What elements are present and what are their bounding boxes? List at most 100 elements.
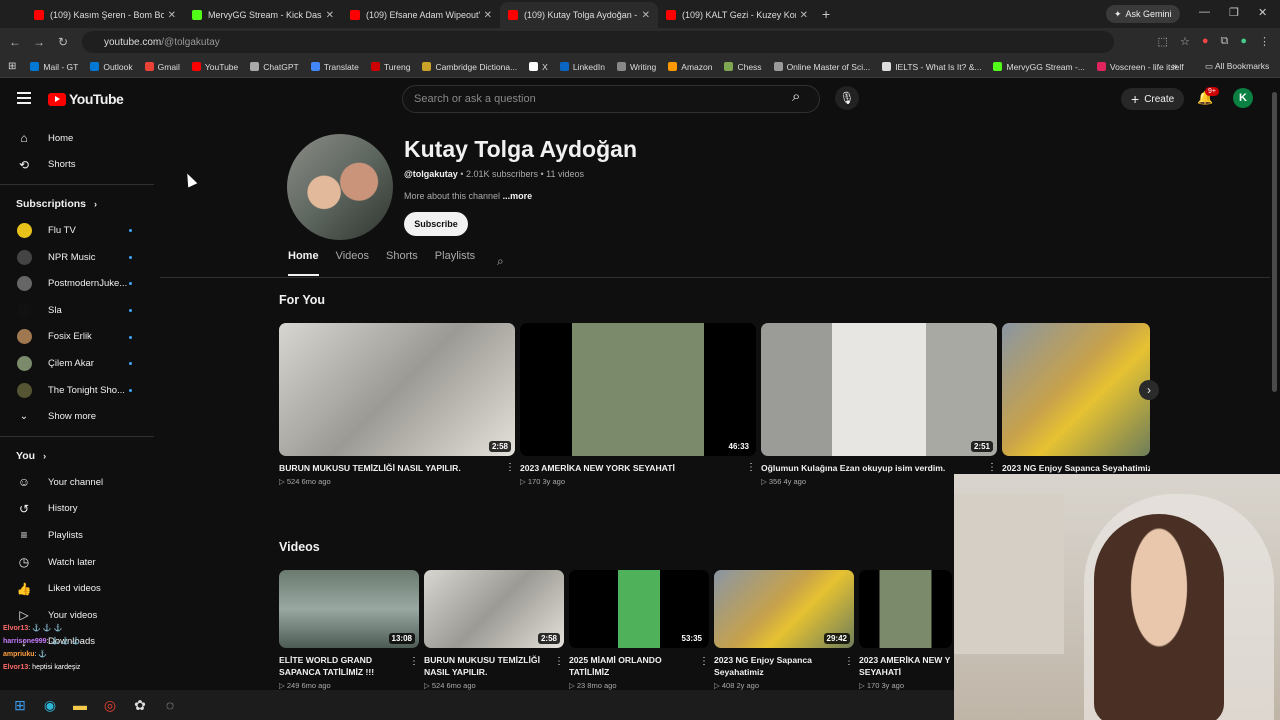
more-menu-icon[interactable]: ⋮ [1259, 35, 1270, 48]
video-title-line2[interactable]: NASIL YAPILIR. [424, 666, 564, 678]
video-card[interactable]: 2:51 Oğlumun Kulağına Ezan okuyup isim ve… [761, 323, 997, 486]
tab-shorts[interactable]: Shorts [386, 250, 418, 276]
all-bookmarks[interactable]: ▭ All Bookmarks [1205, 61, 1269, 72]
video-title[interactable]: 2025 MİAMİ ORLANDO [569, 654, 709, 666]
channel-about[interactable]: More about this channel ...more [404, 191, 532, 201]
microphone-icon[interactable]: 🎙 [835, 86, 859, 110]
youtube-logo[interactable]: YouTube [48, 91, 124, 107]
apps-icon[interactable]: ⊞ [8, 61, 16, 72]
video-menu-icon[interactable]: ⋮ [409, 656, 419, 667]
video-card[interactable]: 2023 NG Enjoy Sapanca Seyahatimiz [1002, 323, 1150, 474]
bookmark-item[interactable]: ChatGPT [250, 62, 299, 72]
tab-close-icon[interactable]: ✕ [800, 10, 808, 21]
bookmark-star-icon[interactable]: ☆ [1180, 35, 1190, 48]
bookmark-item[interactable]: Writing [616, 62, 656, 72]
hamburger-menu-icon[interactable] [17, 92, 31, 104]
extension-icon[interactable]: ● [1202, 35, 1209, 48]
video-title[interactable]: BURUN MUKUSU TEMİZLİĞİ NASIL YAPILIR. [279, 462, 515, 474]
channel-search-icon[interactable]: ⌕ [497, 254, 504, 269]
maximize-icon[interactable]: ❐ [1229, 6, 1239, 19]
sidebar-item[interactable]: ⟲ Shorts [0, 152, 154, 179]
video-thumbnail[interactable]: 2:58 [279, 323, 515, 456]
obs-icon[interactable]: ◌ [162, 697, 178, 713]
bookmark-item[interactable]: LinkedIn [559, 62, 605, 72]
minimize-icon[interactable]: — [1199, 6, 1210, 18]
video-title[interactable]: ELİTE WORLD GRAND [279, 654, 419, 666]
sidebar-item[interactable]: ↺ History [0, 496, 154, 523]
bookmark-item[interactable]: Cambridge Dictiona... [422, 62, 517, 72]
create-button[interactable]: + Create [1121, 88, 1185, 110]
video-menu-icon[interactable]: ⋮ [844, 656, 854, 667]
bookmarks-overflow-icon[interactable]: » [1172, 61, 1178, 72]
tab-home[interactable]: Home [288, 250, 319, 276]
new-tab-icon[interactable]: + [822, 6, 830, 22]
sidebar-item[interactable]: PostmodernJuke... [0, 270, 154, 297]
video-thumbnail[interactable]: 2:51 [761, 323, 997, 456]
video-card[interactable]: 13:08 ELİTE WORLD GRAND SAPANCA TATİLİMİZ … [279, 570, 419, 690]
next-arrow-icon[interactable]: › [1139, 380, 1159, 400]
video-card[interactable]: 2023 AMERİKA NEW Y SEYAHATİ ▷ 170 3y ago [859, 570, 952, 690]
bookmark-item[interactable]: Chess [724, 62, 762, 72]
video-thumbnail[interactable]: 53:35 [569, 570, 709, 648]
search-icon[interactable]: ⌕ [792, 88, 800, 105]
sidebar-item[interactable]: Fosix Erlik [0, 324, 154, 351]
bookmark-item[interactable]: Tureng [370, 62, 410, 72]
sidebar-item[interactable]: ◷ Watch later [0, 549, 154, 576]
video-thumbnail[interactable]: 2:58 [424, 570, 564, 648]
video-title-line2[interactable]: Seyahatimiz [714, 666, 854, 678]
page-scrollbar[interactable] [1270, 84, 1278, 404]
profile-icon[interactable]: ● [1240, 35, 1247, 48]
back-icon[interactable]: ← [3, 35, 27, 49]
video-thumbnail[interactable]: 46:33 [520, 323, 756, 456]
video-title[interactable]: 2023 AMERİKA NEW Y [859, 654, 952, 666]
video-menu-icon[interactable]: ⋮ [505, 462, 515, 473]
tab-videos[interactable]: Videos [336, 250, 369, 276]
puzzle-icon[interactable]: ⧉ [1220, 35, 1228, 48]
bookmark-item[interactable]: MervyGG Stream -... [993, 62, 1085, 72]
video-thumbnail[interactable] [859, 570, 952, 648]
account-avatar[interactable]: K [1233, 88, 1253, 108]
video-title-line2[interactable]: SAPANCA TATİLİMİZ !!! [279, 666, 419, 678]
browser-tab[interactable]: (109) Kasım Şeren - Bom Bom ✕ [26, 2, 184, 28]
bookmark-item[interactable]: YouTube [191, 62, 238, 72]
bookmark-item[interactable]: Outlook [90, 62, 133, 72]
ask-gemini-button[interactable]: ✦ Ask Gemini [1106, 5, 1180, 23]
forward-icon[interactable]: → [27, 35, 51, 49]
reload-icon[interactable]: ↻ [51, 35, 75, 49]
sidebar-item[interactable]: NPR Music [0, 244, 154, 271]
video-title-line2[interactable]: TATİLİMİZ [569, 666, 709, 678]
bookmark-item[interactable]: X [529, 62, 548, 72]
sidebar-item[interactable]: Çilem Akar [0, 350, 154, 377]
tab-close-icon[interactable]: ✕ [326, 10, 334, 21]
browser-tab[interactable]: (109) Efsane Adam Wipeout'da ✕ [342, 2, 500, 28]
chatgpt-icon[interactable]: ✿ [132, 697, 148, 713]
tab-close-icon[interactable]: ✕ [484, 10, 492, 21]
browser-tab[interactable]: (109) Kutay Tolga Aydoğan - Yo ✕ [500, 2, 658, 28]
video-menu-icon[interactable]: ⋮ [699, 656, 709, 667]
browser-tab[interactable]: MervyGG Stream - Kick Dashbo ✕ [184, 2, 342, 28]
video-title[interactable]: Oğlumun Kulağına Ezan okuyup isim verdim… [761, 462, 997, 474]
edge-icon[interactable]: ◉ [42, 697, 58, 713]
sidebar-item[interactable]: ☺ Your channel [0, 469, 154, 496]
search-input[interactable]: Search or ask a question [402, 85, 820, 113]
video-card[interactable]: 2:58 BURUN MUKUSU TEMİZLİĞİ NASIL YAPILIR.… [424, 570, 564, 690]
sidebar-item[interactable]: Flu TV [0, 217, 154, 244]
video-menu-icon[interactable]: ⋮ [746, 462, 756, 473]
sidebar-item[interactable]: ⌂ Home [0, 125, 154, 152]
sidebar-item[interactable]: Sla [0, 297, 154, 324]
browser-tab[interactable]: (109) KALT Gezi - Kuzey Kore (1 ✕ [658, 2, 816, 28]
you-heading[interactable]: You › [0, 443, 154, 469]
video-menu-icon[interactable]: ⋮ [987, 462, 997, 473]
sidebar-item[interactable]: 👍 Liked videos [0, 575, 154, 602]
video-menu-icon[interactable]: ⋮ [554, 656, 564, 667]
bookmark-item[interactable]: Voscreen - life itself [1096, 62, 1184, 72]
chrome-icon[interactable]: ◎ [102, 697, 118, 713]
show-more-button[interactable]: ⌄ Show more [0, 403, 154, 430]
video-title[interactable]: 2023 NG Enjoy Sapanca Seyahatimiz [1002, 462, 1150, 474]
file-explorer-icon[interactable]: ▬ [72, 697, 88, 713]
video-thumbnail[interactable] [1002, 323, 1150, 456]
video-card[interactable]: 29:42 2023 NG Enjoy Sapanca Seyahatimiz ▷ 4… [714, 570, 854, 690]
video-title-line2[interactable]: SEYAHATİ [859, 666, 952, 678]
video-card[interactable]: 46:33 2023 AMERİKA NEW YORK SEYAHATİ ▷ 170… [520, 323, 756, 486]
bookmark-item[interactable]: Amazon [668, 62, 712, 72]
